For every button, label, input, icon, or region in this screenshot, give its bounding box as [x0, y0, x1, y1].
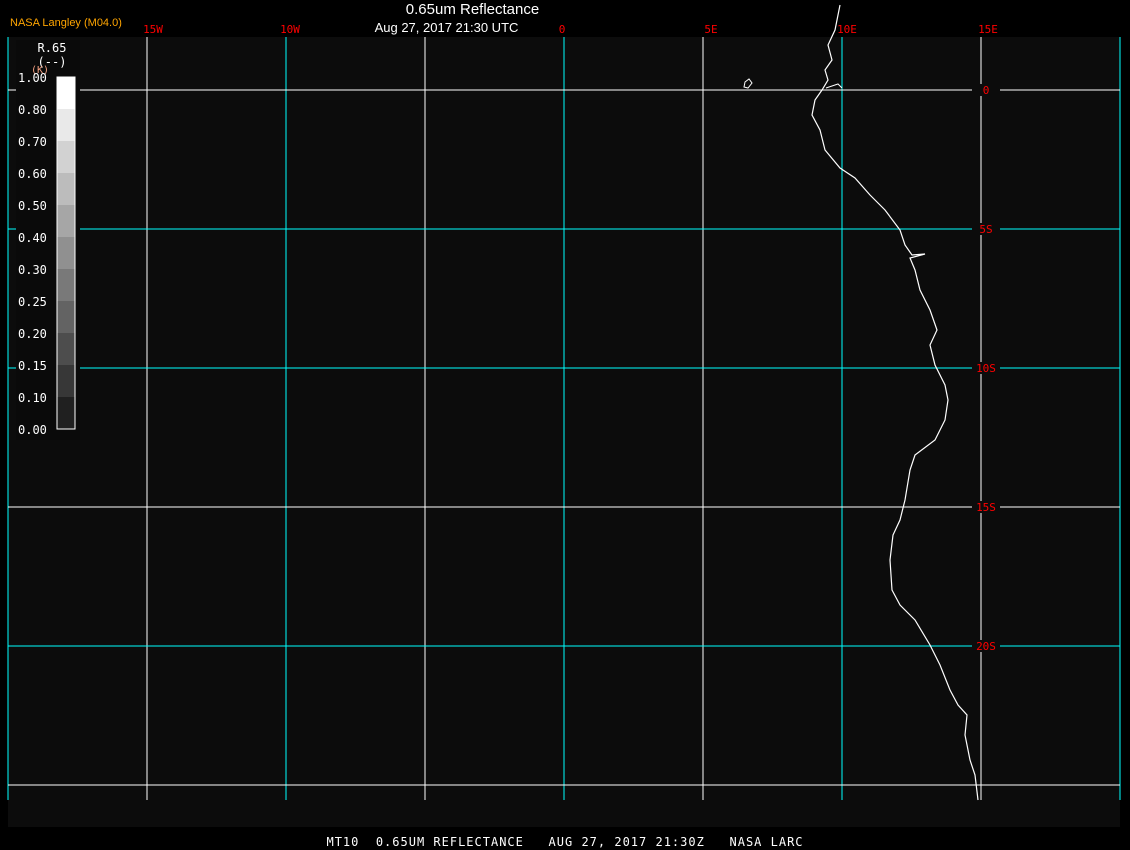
colorbar-tick: 0.70: [18, 135, 47, 149]
colorbar-swatch: [57, 237, 75, 270]
colorbar-swatch: [57, 173, 75, 206]
colorbar-tick: 0.00: [18, 423, 47, 437]
brand-label: NASA Langley (M04.0): [10, 17, 122, 29]
colorbar-swatch: [57, 333, 75, 366]
colorbar-tick: 0.20: [18, 327, 47, 341]
latitude-label: 15S: [976, 501, 996, 514]
longitude-label: 15E: [978, 23, 998, 36]
map-title: 0.65um Reflectance: [405, 1, 540, 18]
colorbar-swatch: [57, 77, 75, 110]
satellite-map: 15W 10W 0 5E 10E 15E05S10S15S20S R.65(--)(K)1…: [7, 4, 1121, 827]
colorbar-swatch: [57, 205, 75, 238]
colorbar-tick: 0.10: [18, 391, 47, 405]
colorbar-swatch: [57, 301, 75, 334]
latitude-label: 20S: [976, 640, 996, 653]
colorbar-tick: 0.50: [18, 199, 47, 213]
colorbar-tick: 0.80: [18, 103, 47, 117]
colorbar-swatch: [57, 109, 75, 142]
colorbar-tick: 0.15: [18, 359, 47, 373]
map-timestamp: Aug 27, 2017 21:30 UTC: [374, 20, 519, 35]
colorbar-tick: 0.40: [18, 231, 47, 245]
colorbar-tick: 0.25: [18, 295, 47, 309]
colorbar-swatch: [57, 365, 75, 398]
colorbar-tick: 0.30: [18, 263, 47, 277]
colorbar-variable: R.65: [38, 41, 67, 55]
latitude-label: 5S: [979, 223, 992, 236]
footer-caption: MT10 0.65UM REFLECTANCE AUG 27, 2017 21:…: [326, 835, 804, 849]
latitude-label: 0: [983, 84, 990, 97]
colorbar-swatch: [57, 141, 75, 174]
colorbar-tick: 0.60: [18, 167, 47, 181]
colorbar-tick: 1.00: [18, 71, 47, 85]
colorbar-swatch: [57, 397, 75, 430]
colorbar-swatch: [57, 269, 75, 302]
latitude-label: 10S: [976, 362, 996, 375]
colorbar: R.65(--)(K)1.000.800.700.600.500.400.300…: [16, 40, 80, 440]
